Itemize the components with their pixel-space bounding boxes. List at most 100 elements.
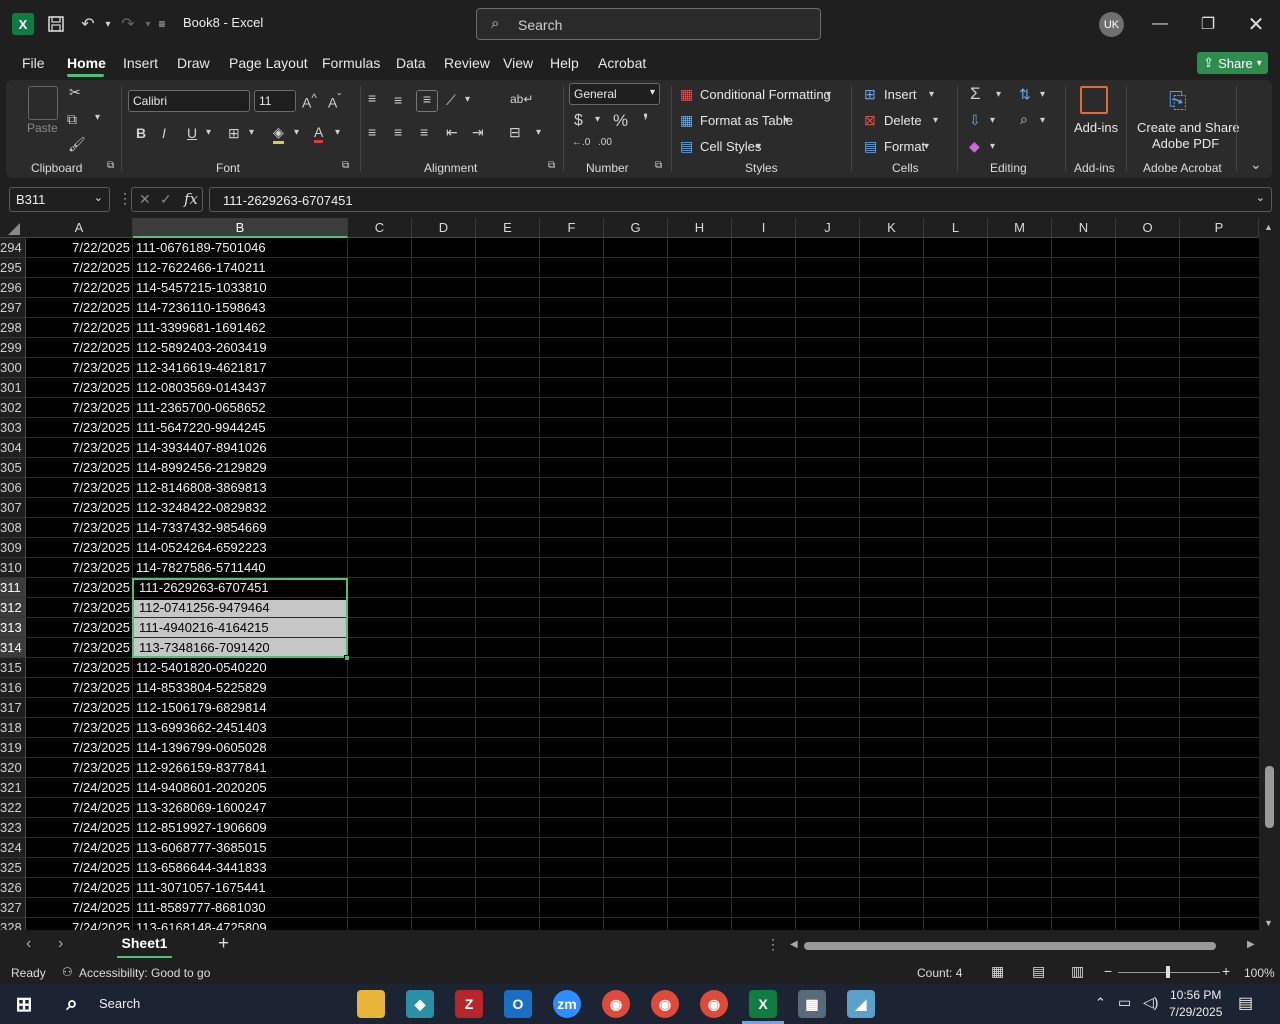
row-header[interactable]: 322 xyxy=(0,798,25,818)
cell-date[interactable]: 7/23/2025 xyxy=(26,558,131,578)
cell-date[interactable]: 7/22/2025 xyxy=(26,278,131,298)
borders-dropdown-icon[interactable]: ▾ xyxy=(249,127,254,138)
taskbar-search-label[interactable]: Search xyxy=(99,996,140,1011)
cell-date[interactable]: 7/24/2025 xyxy=(26,778,131,798)
decrease-indent-icon[interactable]: ⇤ xyxy=(446,124,458,141)
cell-date[interactable]: 7/23/2025 xyxy=(26,458,131,478)
search-icon[interactable]: ⌕ xyxy=(58,990,86,1018)
fill-color-icon[interactable]: ◈ xyxy=(273,124,284,144)
cell-date[interactable]: 7/24/2025 xyxy=(26,878,131,898)
merge-center-icon[interactable]: ⊟ xyxy=(509,124,521,141)
format-painter-icon[interactable]: 🖌 xyxy=(68,136,86,153)
conditional-formatting-button[interactable]: Conditional Formatting xyxy=(700,87,831,102)
cell-order-id[interactable]: 112-3416619-4621817 xyxy=(136,358,346,378)
cell-styles-icon[interactable]: ▤ xyxy=(680,138,693,155)
horizontal-scroll-thumb[interactable] xyxy=(804,942,1216,950)
copy-icon[interactable]: ⧉ xyxy=(67,111,77,128)
chevron-down-icon[interactable]: ▾ xyxy=(924,141,929,152)
bottom-align-icon[interactable]: ≡ xyxy=(416,90,438,112)
sheet-tab-sheet1[interactable]: Sheet1 xyxy=(117,930,172,958)
clear-dropdown-icon[interactable]: ▾ xyxy=(990,141,995,152)
column-header-n[interactable]: N xyxy=(1052,218,1116,238)
cell-date[interactable]: 7/23/2025 xyxy=(26,378,131,398)
fill-color-dropdown-icon[interactable]: ▾ xyxy=(294,127,299,138)
column-header-b[interactable]: B xyxy=(133,218,348,238)
chrome-icon[interactable]: ◉ xyxy=(602,990,630,1018)
column-header-d[interactable]: D xyxy=(412,218,476,238)
clipboard-launcher-icon[interactable]: ⧉ xyxy=(107,160,114,171)
network-icon[interactable]: ▭ xyxy=(1118,994,1131,1011)
cell-date[interactable]: 7/24/2025 xyxy=(26,818,131,838)
insert-function-icon[interactable]: fx xyxy=(184,190,198,208)
insert-cells-button[interactable]: Insert xyxy=(884,87,917,102)
align-right-icon[interactable]: ≡ xyxy=(420,124,428,140)
addins-button[interactable]: Add-ins xyxy=(1074,120,1118,135)
customize-quick-access-icon[interactable]: ≡ xyxy=(150,12,174,36)
cancel-icon[interactable]: ✕ xyxy=(139,191,151,208)
prev-sheet-icon[interactable]: ‹ xyxy=(26,935,31,953)
top-align-icon[interactable]: ≡ xyxy=(368,90,376,106)
delete-cells-icon[interactable]: ⊠ xyxy=(864,112,876,129)
add-sheet-icon[interactable]: + xyxy=(218,933,229,955)
create-share-pdf-line2[interactable]: Adobe PDF xyxy=(1152,136,1219,151)
wrap-text-icon[interactable]: ab↵ xyxy=(510,92,533,106)
normal-view-icon[interactable]: ▦ xyxy=(991,963,1004,980)
cell-date[interactable]: 7/23/2025 xyxy=(26,438,131,458)
cell-date[interactable]: 7/24/2025 xyxy=(26,898,131,918)
page-break-view-icon[interactable]: ▥ xyxy=(1071,963,1084,980)
row-header[interactable]: 325 xyxy=(0,858,25,878)
row-header[interactable]: 300 xyxy=(0,358,25,378)
cell-order-id[interactable]: 111-2365700-0658652 xyxy=(136,398,346,418)
font-color-icon[interactable]: A xyxy=(314,124,324,143)
cell-date[interactable]: 7/23/2025 xyxy=(26,718,131,738)
next-sheet-icon[interactable]: › xyxy=(58,935,63,953)
cell-order-id[interactable]: 114-8992456-2129829 xyxy=(136,458,346,478)
row-header[interactable]: 326 xyxy=(0,878,25,898)
sort-filter-icon[interactable]: ⇅ xyxy=(1019,86,1031,103)
cell-order-id[interactable]: 114-9408601-2020205 xyxy=(136,778,346,798)
scroll-down-icon[interactable]: ▼ xyxy=(1264,918,1273,928)
scroll-left-icon[interactable]: ◀ xyxy=(790,939,798,950)
cell-order-id[interactable]: 114-7337432-9854669 xyxy=(136,518,346,538)
clock-date[interactable]: 7/29/2025 xyxy=(1169,1005,1222,1019)
scroll-right-icon[interactable]: ▶ xyxy=(1247,939,1255,950)
cell-date[interactable]: 7/23/2025 xyxy=(26,418,131,438)
row-header[interactable]: 320 xyxy=(0,758,25,778)
chevron-down-icon[interactable]: ▾ xyxy=(933,115,938,126)
cell-order-id[interactable]: 113-6586644-3441833 xyxy=(136,858,346,878)
cell-order-id[interactable]: 112-8146808-3869813 xyxy=(136,478,346,498)
row-header[interactable]: 301 xyxy=(0,378,25,398)
tab-help[interactable]: Help xyxy=(550,55,579,71)
row-header[interactable]: 328 xyxy=(0,918,25,930)
row-header[interactable]: 311 xyxy=(0,578,25,598)
row-header[interactable]: 299 xyxy=(0,338,25,358)
row-header[interactable]: 295 xyxy=(0,258,25,278)
cell-date[interactable]: 7/23/2025 xyxy=(26,518,131,538)
tab-page-layout[interactable]: Page Layout xyxy=(229,55,308,71)
enter-icon[interactable]: ✓ xyxy=(160,191,172,208)
find-select-icon[interactable]: ⌕ xyxy=(1020,111,1028,128)
alignment-launcher-icon[interactable]: ⧉ xyxy=(548,160,555,171)
cell-date[interactable]: 7/24/2025 xyxy=(26,838,131,858)
save-icon[interactable] xyxy=(44,12,68,36)
delete-cells-button[interactable]: Delete xyxy=(884,113,922,128)
fill-icon[interactable]: ⇩ xyxy=(969,112,981,129)
sort-filter-dropdown-icon[interactable]: ▾ xyxy=(1040,89,1045,100)
vertical-scroll-thumb[interactable] xyxy=(1265,766,1274,828)
column-header-i[interactable]: I xyxy=(732,218,796,238)
row-header[interactable]: 296 xyxy=(0,278,25,298)
tab-formulas[interactable]: Formulas xyxy=(322,55,380,71)
zoom-slider-thumb[interactable] xyxy=(1166,966,1170,978)
cell-order-id[interactable]: 111-3399681-1691462 xyxy=(136,318,346,338)
merge-dropdown-icon[interactable]: ▾ xyxy=(536,127,541,138)
orientation-icon[interactable]: ⟋ xyxy=(446,92,456,109)
row-header[interactable]: 315 xyxy=(0,658,25,678)
align-left-icon[interactable]: ≡ xyxy=(368,124,376,140)
cell-date[interactable]: 7/24/2025 xyxy=(26,918,131,930)
close-icon[interactable]: ✕ xyxy=(1242,10,1270,38)
currency-icon[interactable]: $ xyxy=(574,112,583,130)
chevron-down-icon[interactable]: ▾ xyxy=(929,89,934,100)
cell-date[interactable]: 7/23/2025 xyxy=(26,618,131,638)
currency-dropdown-icon[interactable]: ▾ xyxy=(595,114,600,125)
cell-date[interactable]: 7/24/2025 xyxy=(26,798,131,818)
